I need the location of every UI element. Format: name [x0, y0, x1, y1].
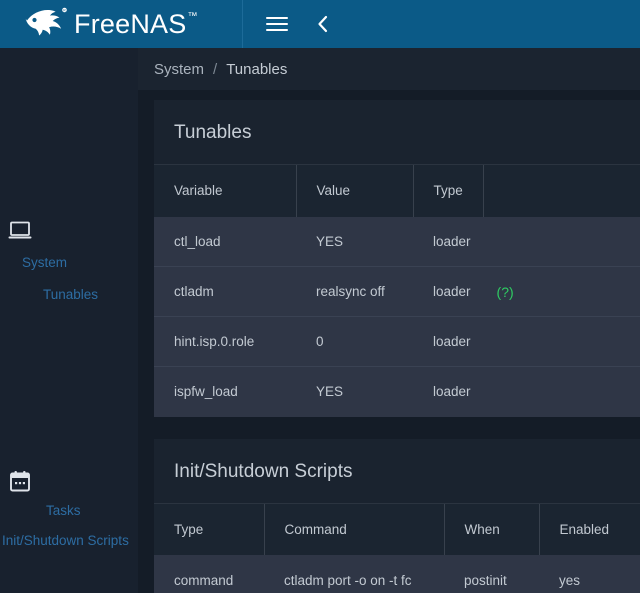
- cell-variable: ctl_load: [154, 216, 296, 267]
- init-shutdown-card-title: Init/Shutdown Scripts: [174, 460, 353, 482]
- tunables-table-body: ctl_load YES loader ctladm realsync off: [154, 216, 640, 417]
- table-header-row: Type Command When Enabled: [154, 502, 640, 555]
- brand-name: FreeNAS ™: [74, 9, 198, 40]
- cell-type-text: loader: [433, 334, 471, 349]
- top-navigation-bar: R FreeNAS ™: [0, 0, 640, 48]
- init-shutdown-table: Type Command When Enabled command ctladm…: [154, 502, 640, 593]
- column-header-command[interactable]: Command: [263, 502, 444, 555]
- hamburger-menu-button[interactable]: [264, 11, 290, 37]
- topbar-actions: [243, 11, 335, 37]
- column-header-variable[interactable]: Variable: [154, 164, 296, 217]
- column-header-type[interactable]: Type: [154, 502, 264, 555]
- sidebar-group-system: System Tunables: [0, 221, 138, 302]
- cell-type: loader (?): [413, 266, 640, 317]
- table-header-row: Variable Value Type: [154, 164, 640, 217]
- cell-value: 0: [296, 316, 413, 367]
- cell-variable: ispfw_load: [154, 366, 296, 417]
- sidebar-group-tasks: Tasks Init/Shutdown Scripts: [0, 471, 138, 548]
- table-row[interactable]: command ctladm port -o on -t fc postinit…: [154, 555, 640, 593]
- cell-value: YES: [296, 366, 413, 417]
- sidebar-item-system[interactable]: System: [0, 255, 138, 270]
- collapse-sidebar-button[interactable]: [309, 11, 335, 37]
- cell-type-text: loader: [433, 284, 471, 299]
- table-row[interactable]: hint.isp.0.role 0 loader: [154, 316, 640, 367]
- column-header-value[interactable]: Value: [295, 164, 413, 217]
- tunables-card: Tunables Variable Value Type ctl_load YE…: [154, 100, 640, 417]
- sidebar-item-tunables[interactable]: Tunables: [0, 287, 138, 302]
- tunables-table: Variable Value Type ctl_load YES loader: [154, 164, 640, 417]
- cell-flag: (?): [496, 283, 514, 300]
- cell-when: postinit: [444, 555, 539, 593]
- laptop-icon: [8, 221, 32, 239]
- breadcrumb-separator: /: [213, 60, 218, 78]
- table-row[interactable]: ctl_load YES loader: [154, 216, 640, 267]
- cell-type: loader: [413, 316, 640, 367]
- cell-value: YES: [296, 216, 413, 267]
- fish-logo-icon: R: [25, 7, 67, 36]
- cell-type: loader: [413, 366, 640, 417]
- tunables-card-title: Tunables: [174, 122, 252, 143]
- brand-logo[interactable]: R FreeNAS ™: [0, 7, 242, 41]
- column-header-when[interactable]: When: [443, 502, 539, 555]
- trademark-symbol: ™: [187, 10, 198, 22]
- main-content: System / Tunables Tunables Variable Valu…: [138, 48, 640, 593]
- cell-command: ctladm port -o on -t fc: [264, 555, 444, 593]
- sidebar: System Tunables Tasks Init/Shutdown Scri…: [0, 48, 138, 593]
- cell-value: realsync off: [296, 266, 413, 317]
- sidebar-item-tasks[interactable]: Tasks: [0, 503, 138, 518]
- table-row[interactable]: ispfw_load YES loader: [154, 366, 640, 417]
- hamburger-menu-icon: [266, 17, 288, 31]
- breadcrumb-system[interactable]: System: [154, 61, 204, 78]
- init-shutdown-table-head: Type Command When Enabled: [154, 502, 640, 555]
- table-row[interactable]: ctladm realsync off loader (?): [154, 266, 640, 317]
- cell-type: command: [154, 555, 264, 593]
- init-shutdown-table-body: command ctladm port -o on -t fc postinit…: [154, 555, 640, 593]
- sidebar-item-init-shutdown-scripts[interactable]: Init/Shutdown Scripts: [0, 533, 138, 548]
- breadcrumb-tunables: Tunables: [226, 60, 288, 78]
- freenas-app-window: R FreeNAS ™ System Tunables Tasks Init/S…: [0, 0, 640, 593]
- cell-variable: hint.isp.0.role: [154, 316, 296, 367]
- init-shutdown-scripts-card: Init/Shutdown Scripts Type Command When …: [154, 438, 640, 593]
- cell-variable: ctladm: [154, 266, 296, 317]
- brand-text: FreeNAS: [74, 8, 187, 39]
- chevron-left-icon: [317, 15, 327, 33]
- tunables-table-head: Variable Value Type: [154, 164, 640, 217]
- calendar-icon: [10, 471, 30, 492]
- cell-type: loader: [413, 216, 640, 267]
- column-header-type[interactable]: Type: [412, 164, 483, 217]
- cell-type-text: loader: [433, 233, 471, 249]
- cell-enabled: yes: [539, 555, 640, 593]
- column-header-enabled[interactable]: Enabled: [538, 502, 640, 555]
- breadcrumb: System / Tunables: [138, 48, 640, 90]
- cell-type-text: loader: [433, 384, 471, 400]
- column-header-actions: [482, 164, 640, 217]
